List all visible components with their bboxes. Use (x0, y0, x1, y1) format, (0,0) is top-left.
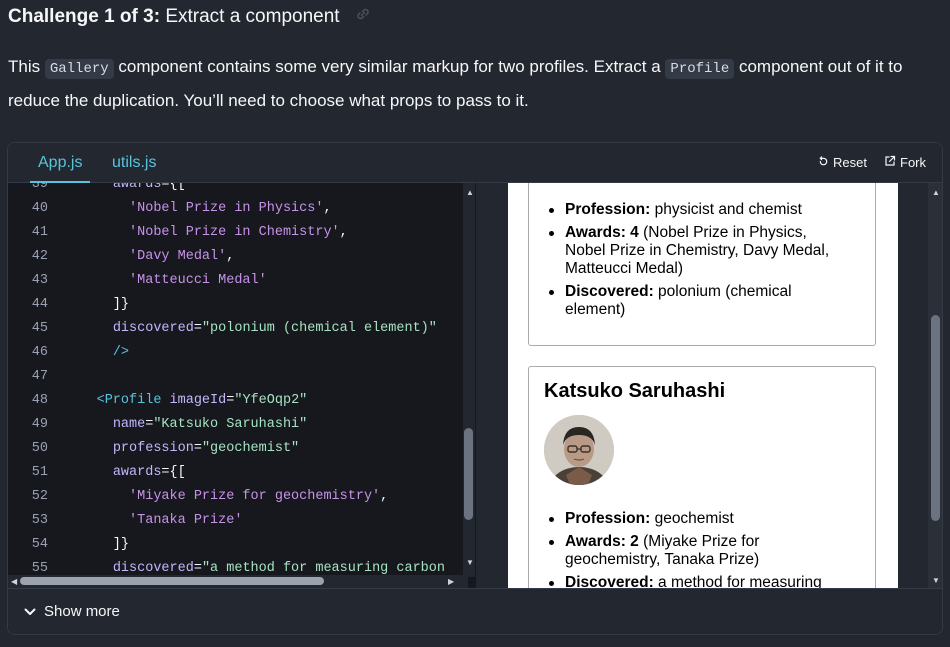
challenge-title: Challenge 1 of 3: Extract a component (8, 5, 371, 29)
description-text: This (8, 57, 45, 76)
line-number: 42 (31, 249, 48, 264)
code-line[interactable]: 49 name="Katsuko Saruhashi" (8, 413, 307, 437)
code-line[interactable]: 44 ]} (8, 293, 129, 317)
scroll-right-arrow-icon[interactable]: ▶ (448, 578, 454, 586)
list-item: Profession: physicist and chemist (543, 201, 843, 219)
line-number: 40 (31, 201, 48, 216)
challenge-label: Challenge 1 of 3: (8, 6, 161, 28)
code-text: ]} (64, 297, 130, 312)
file-tabs-bar: App.js utils.js Reset Fork (8, 143, 942, 183)
scroll-left-arrow-icon[interactable]: ◀ (11, 578, 17, 586)
reset-button[interactable]: Reset (818, 155, 867, 170)
list-item: Discovered: a method for measuring (543, 574, 843, 588)
code-gallery: Gallery (44, 59, 114, 79)
line-number: 51 (31, 465, 48, 480)
preview-scroll-up-arrow-icon[interactable]: ▲ (932, 189, 940, 197)
profile-card: Katsuko Saruhashi Profession: geochemist… (528, 366, 876, 588)
code-text: 'Matteucci Medal' (129, 273, 267, 288)
list-item: Awards: 2 (Miyake Prize for geochemistry… (543, 533, 843, 569)
line-number: 45 (31, 321, 48, 336)
code-text: ]} (64, 537, 130, 552)
list-item: Profession: geochemist (543, 510, 843, 528)
code-text: name="Katsuko Saruhashi" (112, 417, 308, 432)
challenge-name: Extract a component (165, 6, 340, 28)
challenge-description: This Gallery component contains some ver… (8, 51, 943, 116)
code-text: 'Nobel Prize in Chemistry', (129, 225, 348, 240)
code-line[interactable]: 47 (8, 365, 64, 389)
line-number: 53 (31, 513, 48, 528)
line-number: 43 (31, 273, 48, 288)
code-line[interactable]: 41 'Nobel Prize in Chemistry', (8, 221, 348, 245)
line-number: 49 (31, 417, 48, 432)
profile-details-list: Profession: geochemist Awards: 2 (Miyake… (543, 510, 843, 588)
code-profile: Profile (665, 59, 735, 79)
code-line[interactable]: 48 <Profile imageId="YfeOqp2" (8, 389, 307, 413)
code-line[interactable]: 46 /> (8, 341, 129, 365)
preview-scroll-thumb[interactable] (931, 315, 940, 521)
code-text: discovered="a method for measuring carbo… (112, 561, 445, 576)
code-text: discovered="polonium (chemical element)" (112, 321, 437, 336)
line-number: 41 (31, 225, 48, 240)
code-line[interactable]: 53 'Tanaka Prize' (8, 509, 243, 533)
code-line[interactable]: 39 awards={[ (8, 183, 186, 197)
line-number: 54 (31, 537, 48, 552)
line-number: 44 (31, 297, 48, 312)
editor-horizontal-scroll-thumb[interactable] (20, 577, 324, 585)
code-text: <Profile imageId="YfeOqp2" (96, 393, 308, 408)
show-more-button[interactable]: Show more (24, 603, 120, 620)
fork-button[interactable]: Fork (884, 155, 926, 170)
profile-name: Katsuko Saruhashi (544, 380, 726, 402)
scroll-up-arrow-icon[interactable]: ▲ (466, 189, 474, 197)
code-line[interactable]: 50 profession="geochemist" (8, 437, 299, 461)
list-item: Discovered: polonium (chemical element) (543, 283, 843, 319)
code-text: 'Nobel Prize in Physics', (129, 201, 332, 216)
code-text: 'Miyake Prize for geochemistry', (129, 489, 389, 504)
line-number: 48 (31, 393, 48, 408)
link-icon[interactable] (355, 5, 371, 29)
code-line[interactable]: 54 ]} (8, 533, 129, 557)
fork-label: Fork (900, 155, 926, 170)
code-line[interactable]: 51 awards={[ (8, 461, 186, 485)
list-item: Awards: 4 (Nobel Prize in Physics, Nobel… (543, 224, 843, 278)
chevron-down-icon (24, 603, 36, 620)
pane-divider[interactable] (476, 183, 508, 588)
code-line[interactable]: 52 'Miyake Prize for geochemistry', (8, 485, 388, 509)
sandpack-sandbox: App.js utils.js Reset Fork 39 awards={[4… (7, 142, 943, 635)
line-number: 46 (31, 345, 48, 360)
show-more-label: Show more (44, 603, 120, 620)
code-line[interactable]: 42 'Davy Medal', (8, 245, 235, 269)
scroll-down-arrow-icon[interactable]: ▼ (466, 559, 474, 567)
tab-utils-js[interactable]: utils.js (112, 143, 156, 183)
code-text: awards={[ (112, 465, 186, 480)
code-line[interactable]: 40 'Nobel Prize in Physics', (8, 197, 332, 221)
external-link-icon (884, 155, 896, 170)
reset-icon (818, 155, 829, 170)
line-number: 47 (31, 369, 48, 384)
profile-details-list: Profession: physicist and chemist Awards… (543, 201, 843, 324)
sandbox-footer: Show more (8, 588, 942, 634)
line-number: 39 (31, 183, 48, 192)
code-text: 'Davy Medal', (129, 249, 235, 264)
line-number: 52 (31, 489, 48, 504)
profile-card: Profession: physicist and chemist Awards… (528, 183, 876, 346)
code-text: 'Tanaka Prize' (129, 513, 243, 528)
line-number: 50 (31, 441, 48, 456)
editor-vertical-scroll-thumb[interactable] (464, 428, 473, 520)
preview-pane: Profession: physicist and chemist Awards… (508, 183, 898, 588)
reset-label: Reset (833, 155, 867, 170)
avatar (544, 415, 614, 485)
preview-scroll-down-arrow-icon[interactable]: ▼ (932, 577, 940, 585)
preview-gutter (898, 183, 928, 588)
code-line[interactable]: 43 'Matteucci Medal' (8, 269, 267, 293)
code-editor[interactable]: 39 awards={[40 'Nobel Prize in Physics',… (8, 183, 476, 588)
tab-app-js[interactable]: App.js (30, 143, 91, 183)
code-text: awards={[ (112, 183, 186, 192)
code-text: profession="geochemist" (112, 441, 300, 456)
code-text: /> (112, 345, 130, 360)
code-line[interactable]: 45 discovered="polonium (chemical elemen… (8, 317, 437, 341)
description-text: component contains some very similar mar… (113, 57, 666, 76)
